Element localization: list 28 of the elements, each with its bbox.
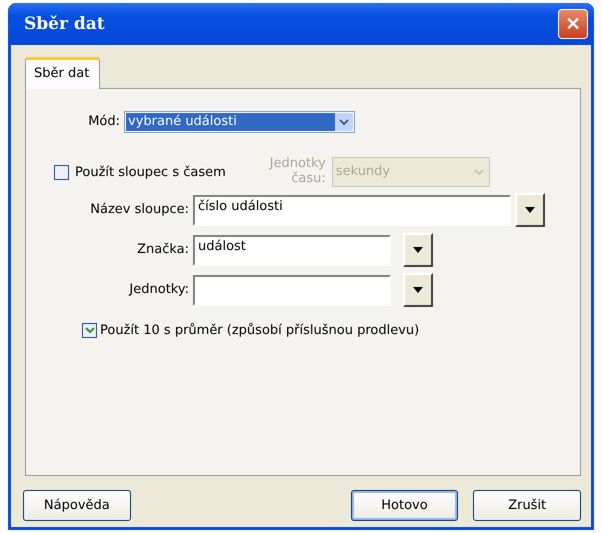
input-field[interactable]: událost — [193, 234, 391, 266]
close-button[interactable]: ✕ — [558, 9, 588, 39]
caret-icon — [413, 287, 423, 293]
checkbox-label: Použít sloupec s časem — [75, 164, 226, 180]
dialog-button[interactable]: Zrušit — [473, 490, 582, 521]
dialog-button[interactable]: Nápověda — [23, 490, 131, 521]
input-field[interactable]: číslo události — [193, 194, 511, 226]
checkbox[interactable] — [82, 323, 97, 338]
input-field[interactable] — [193, 274, 391, 306]
field-label: Název sloupce: — [89, 202, 189, 218]
checkbox-label: Použít 10 s průměr (způsobí příslušnou prodlevu) — [100, 323, 420, 338]
tab[interactable]: Sběr dat — [25, 57, 100, 89]
caret-icon — [525, 207, 535, 213]
field-label: Jednotky: — [128, 282, 189, 298]
caret-icon — [413, 247, 423, 253]
dropdown-button[interactable] — [403, 273, 433, 307]
dialog-button[interactable]: Hotovo — [350, 490, 458, 521]
field-label: Značka: — [136, 242, 189, 258]
time-units-label: Jednotky času: — [268, 157, 326, 187]
window-title: Sběr dat — [24, 14, 105, 34]
dropdown-button[interactable] — [403, 233, 433, 267]
chevron-icon — [84, 327, 94, 334]
checkbox[interactable] — [54, 164, 69, 180]
dropdown-button[interactable] — [515, 193, 545, 227]
mode-label: Mód: — [87, 114, 120, 130]
chevron-icon — [474, 168, 484, 176]
chevron-icon — [339, 118, 349, 126]
mode-dropdown[interactable]: vybrané události — [124, 111, 355, 133]
